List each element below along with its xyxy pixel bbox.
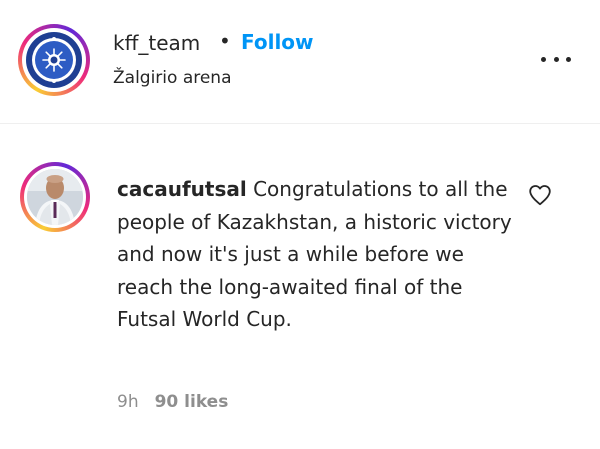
more-dot xyxy=(553,56,559,62)
account-avatar[interactable] xyxy=(18,24,90,96)
comment-likes-count[interactable]: 90 likes xyxy=(155,392,229,412)
heart-outline-icon[interactable] xyxy=(528,184,552,206)
comment-meta: 9h 90 likes xyxy=(117,392,228,412)
header-separator: • xyxy=(219,29,231,53)
more-dot xyxy=(541,56,546,62)
comment-item: cacaufutsal Congratulations to all the p… xyxy=(0,124,600,449)
team-logo-icon xyxy=(26,32,82,88)
person-avatar-icon xyxy=(27,169,83,225)
more-options-icon[interactable] xyxy=(541,52,571,66)
commenter-avatar[interactable] xyxy=(20,162,90,232)
comment-author[interactable]: cacaufutsal xyxy=(117,177,247,201)
more-dot xyxy=(566,56,571,62)
avatar-inner xyxy=(22,28,86,92)
commenter-avatar-inner xyxy=(24,166,86,228)
post-header: kff_team • Follow Žalgirio arena xyxy=(0,0,600,124)
post-username[interactable]: kff_team xyxy=(113,31,200,55)
comment-timestamp[interactable]: 9h xyxy=(117,392,139,412)
post-location[interactable]: Žalgirio arena xyxy=(113,68,232,88)
comment-body: cacaufutsal Congratulations to all the p… xyxy=(117,173,512,336)
commenter-photo xyxy=(27,169,83,225)
follow-button[interactable]: Follow xyxy=(241,30,314,54)
